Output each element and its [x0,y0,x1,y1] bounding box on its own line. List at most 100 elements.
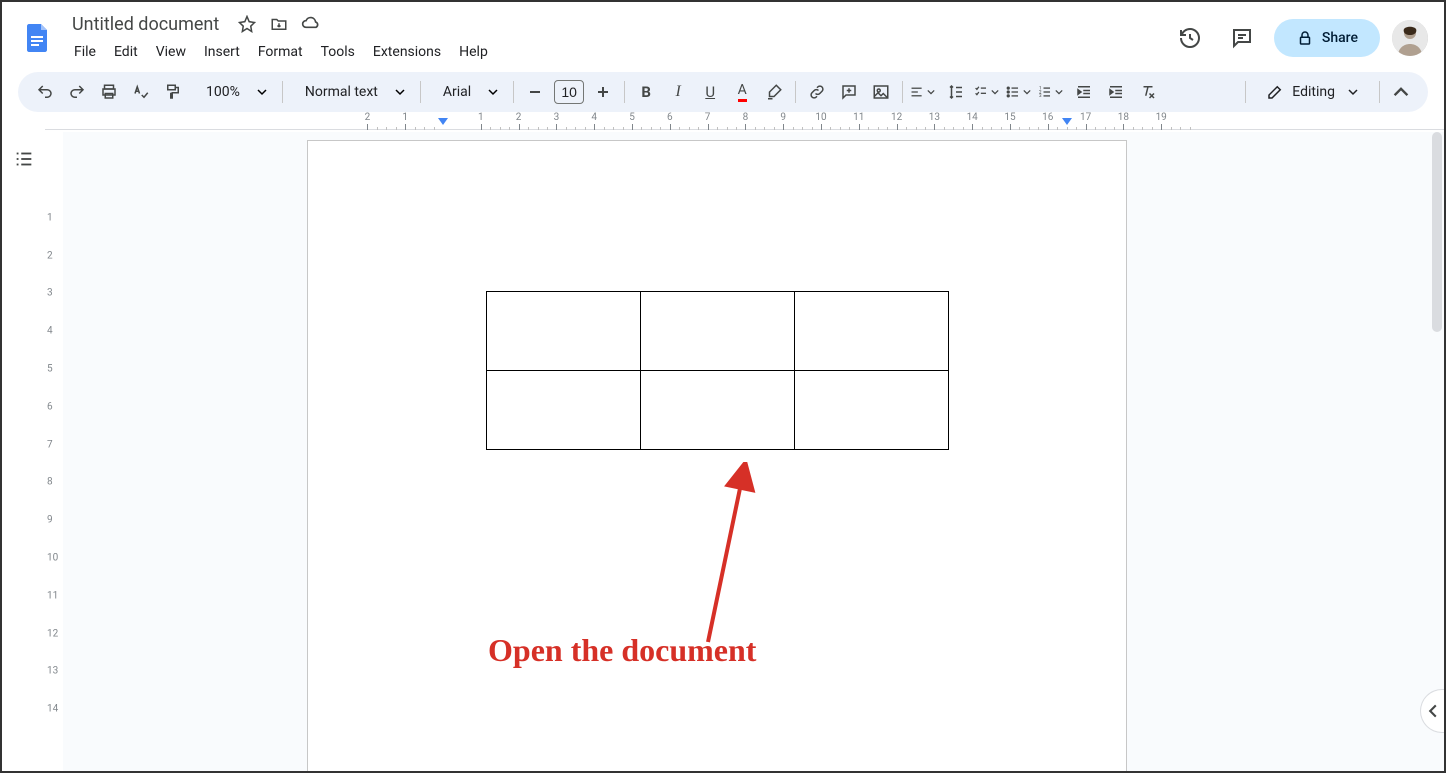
highlight-icon[interactable] [759,77,789,107]
cloud-status-icon[interactable] [301,14,321,34]
redo-icon[interactable] [62,77,92,107]
menu-extensions[interactable]: Extensions [365,40,449,64]
table-cell[interactable] [795,292,949,371]
line-spacing-icon[interactable] [941,77,971,107]
ruler-label: 9 [780,112,786,123]
ruler-label: 3 [554,112,560,123]
ruler-label: 7 [47,439,53,450]
mode-dropdown[interactable]: Editing [1252,77,1373,107]
document-page[interactable] [307,140,1127,771]
ruler-label: 13 [47,666,58,677]
title-area: Untitled document File Edit View Insert … [66,10,1170,66]
ruler-label: 6 [47,401,53,412]
ruler-label: 1 [478,112,484,123]
insert-link-icon[interactable] [802,77,832,107]
insert-image-icon[interactable] [866,77,896,107]
toolbar: 100% Normal text Arial B I U A [18,72,1428,112]
bold-icon[interactable]: B [631,77,661,107]
docs-logo-icon[interactable] [18,18,58,58]
undo-icon[interactable] [30,77,60,107]
add-comment-icon[interactable] [834,77,864,107]
font-value: Arial [437,84,477,100]
decrease-font-icon[interactable] [520,77,550,107]
menu-help[interactable]: Help [451,40,496,64]
ruler-label: 11 [47,590,58,601]
horizontal-ruler[interactable]: 2112345678910111213141516171819 [45,112,1444,130]
menubar: File Edit View Insert Format Tools Exten… [66,38,1170,66]
decrease-indent-icon[interactable] [1069,77,1099,107]
user-avatar[interactable] [1392,20,1428,56]
ruler-label: 4 [47,326,53,337]
ruler-label: 18 [1118,112,1129,123]
history-icon[interactable] [1170,18,1210,58]
paint-format-icon[interactable] [158,77,188,107]
ruler-label: 1 [402,112,408,123]
ruler-label: 2 [516,112,522,123]
ruler-label: 8 [743,112,749,123]
document-table[interactable] [486,291,949,450]
clear-formatting-icon[interactable] [1133,77,1163,107]
table-cell[interactable] [487,371,641,450]
underline-icon[interactable]: U [695,77,725,107]
menu-format[interactable]: Format [250,40,311,64]
scrollbar[interactable] [1432,132,1442,332]
text-color-icon[interactable]: A [727,77,757,107]
ruler-label: 16 [1042,112,1053,123]
chevron-down-icon [986,82,1003,102]
ruler-label: 12 [47,628,58,639]
table-cell[interactable] [795,371,949,450]
menu-view[interactable]: View [148,40,194,64]
table-cell[interactable] [487,292,641,371]
outline-icon[interactable] [9,144,39,174]
toolbar-container: 100% Normal text Arial B I U A [2,66,1444,112]
zoom-dropdown[interactable]: 100% [190,77,276,107]
ruler-label: 2 [47,250,53,261]
ruler-label: 2 [365,112,371,123]
ruler-label: 17 [1080,112,1091,123]
menu-file[interactable]: File [66,40,104,64]
numbered-list-icon[interactable]: 123 [1037,77,1067,107]
checklist-icon[interactable] [973,77,1003,107]
font-dropdown[interactable]: Arial [427,77,507,107]
mode-label: Editing [1292,84,1335,100]
styles-dropdown[interactable]: Normal text [289,77,414,107]
annotation-arrow [653,462,773,652]
ruler-label: 14 [47,704,58,715]
table-cell[interactable] [641,292,795,371]
ruler-label: 4 [591,112,597,123]
ruler-label: 11 [853,112,864,123]
chevron-down-icon [390,82,410,102]
increase-indent-icon[interactable] [1101,77,1131,107]
ruler-label: 5 [47,364,53,375]
menu-tools[interactable]: Tools [313,40,363,64]
spellcheck-icon[interactable] [126,77,156,107]
chevron-down-icon [1050,82,1067,102]
bulleted-list-icon[interactable] [1005,77,1035,107]
comments-icon[interactable] [1222,18,1262,58]
font-size-input[interactable] [554,80,584,104]
table-cell[interactable] [641,371,795,450]
ruler-label: 10 [47,553,58,564]
ruler-label: 7 [705,112,711,123]
italic-icon[interactable]: I [663,77,693,107]
align-icon[interactable] [909,77,939,107]
lock-icon [1296,29,1314,47]
chevron-down-icon [1343,82,1363,102]
left-sidebar [2,132,45,771]
print-icon[interactable] [94,77,124,107]
zoom-value: 100% [200,84,246,100]
document-title[interactable]: Untitled document [66,12,225,37]
chevron-down-icon [252,82,272,102]
share-button[interactable]: Share [1274,19,1380,57]
increase-font-icon[interactable] [588,77,618,107]
header-bar: Untitled document File Edit View Insert … [2,2,1444,66]
ruler-label: 8 [47,477,53,488]
menu-insert[interactable]: Insert [196,40,248,64]
menu-edit[interactable]: Edit [106,40,146,64]
ruler-label: 13 [929,112,940,123]
move-icon[interactable] [269,14,289,34]
canvas-area[interactable]: Open the document [63,132,1444,771]
vertical-ruler[interactable]: 1234567891011121314 [45,132,63,771]
collapse-toolbar-icon[interactable] [1386,77,1416,107]
star-icon[interactable] [237,14,257,34]
